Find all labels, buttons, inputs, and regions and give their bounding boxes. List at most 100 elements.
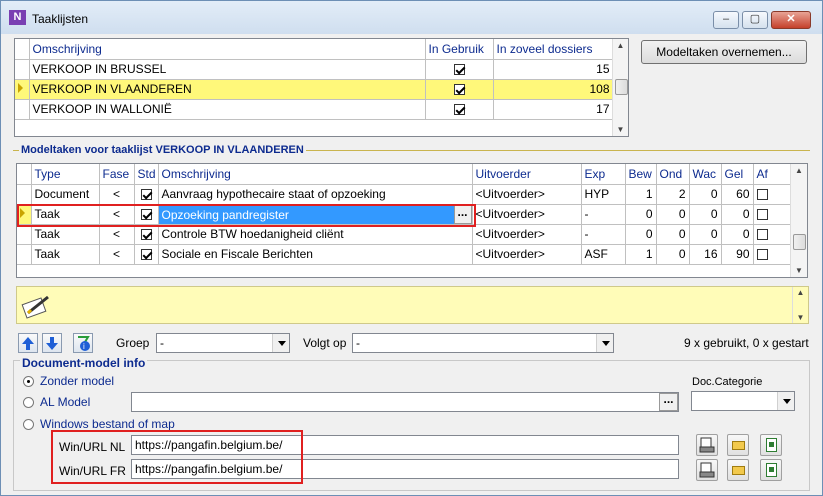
col-header-bew[interactable]: Bew	[625, 164, 657, 185]
cell-type[interactable]: Taak	[31, 244, 100, 265]
cell-gel[interactable]: 60	[721, 184, 754, 205]
std-checkbox[interactable]	[140, 249, 152, 261]
scroll-down-icon[interactable]: ▼	[613, 125, 628, 134]
table-row[interactable]: VERKOOP IN WALLONIË 17	[15, 99, 614, 120]
nl-browse-button[interactable]	[696, 434, 718, 456]
col-header-in-gebruik[interactable]: In Gebruik	[425, 39, 494, 60]
col-header-fase[interactable]: Fase	[99, 164, 135, 185]
cell-wac[interactable]: 0	[689, 204, 722, 225]
groep-dropdown[interactable]: -	[156, 333, 290, 353]
col-header-gel[interactable]: Gel	[721, 164, 754, 185]
chevron-down-icon[interactable]	[272, 334, 289, 352]
table-row[interactable]: Taak < Controle BTW hoedanigheid cliënt …	[17, 224, 791, 245]
in-gebruik-checkbox[interactable]	[453, 64, 465, 76]
cell-omschrijving[interactable]: Controle BTW hoedanigheid cliënt	[158, 224, 473, 245]
af-checkbox[interactable]	[756, 229, 768, 241]
af-checkbox[interactable]	[756, 249, 768, 261]
cell-ond[interactable]: 0	[656, 244, 690, 265]
col-header-wac[interactable]: Wac	[689, 164, 722, 185]
cell-fase[interactable]: <	[99, 224, 135, 245]
col-header-in-zoveel-dossiers[interactable]: In zoveel dossiers	[493, 39, 614, 60]
cell-omschrijving[interactable]: Sociale en Fiscale Berichten	[158, 244, 473, 265]
scroll-up-icon[interactable]: ▲	[613, 41, 628, 50]
cell-omschrijving[interactable]: VERKOOP IN BRUSSEL	[29, 59, 426, 80]
cell-omschrijving[interactable]: Aanvraag hypothecaire staat of opzoeking	[158, 184, 473, 205]
cell-gel[interactable]: 90	[721, 244, 754, 265]
cell-wac[interactable]: 0	[689, 224, 722, 245]
af-checkbox[interactable]	[756, 189, 768, 201]
sort-tool-button[interactable]: i	[73, 333, 93, 353]
chevron-down-icon[interactable]	[596, 334, 613, 352]
cell-wac[interactable]: 0	[689, 184, 722, 205]
scroll-down-icon[interactable]: ▼	[793, 313, 808, 322]
cell-omschrijving[interactable]: VERKOOP IN WALLONIË	[29, 99, 426, 120]
cell-uitvoerder[interactable]: <Uitvoerder>	[472, 224, 582, 245]
memo-scrollbar[interactable]: ▲ ▼	[792, 287, 808, 323]
table-row[interactable]: Document < Aanvraag hypothecaire staat o…	[17, 184, 791, 205]
radio-zonder-model-label[interactable]: Zonder model	[40, 374, 114, 388]
col-header-std[interactable]: Std	[134, 164, 159, 185]
memo-area[interactable]: ▲ ▼	[16, 286, 809, 324]
scroll-down-icon[interactable]: ▼	[791, 266, 807, 275]
col-header-exp[interactable]: Exp	[581, 164, 626, 185]
radio-zonder-model[interactable]	[23, 376, 34, 387]
table-row[interactable]: Taak < Sociale en Fiscale Berichten <Uit…	[17, 244, 791, 265]
chevron-down-icon[interactable]	[777, 392, 794, 410]
cell-wac[interactable]: 16	[689, 244, 722, 265]
cell-exp[interactable]: -	[581, 204, 626, 225]
cell-gel[interactable]: 0	[721, 224, 754, 245]
nl-open-folder-button[interactable]	[727, 434, 749, 456]
cell-fase[interactable]: <	[99, 244, 135, 265]
cell-type[interactable]: Taak	[31, 224, 100, 245]
cell-gel[interactable]: 0	[721, 204, 754, 225]
cell-bew[interactable]: 1	[625, 244, 657, 265]
taaklijst-scrollbar[interactable]: ▲ ▼	[612, 39, 628, 136]
col-header-af[interactable]: Af	[753, 164, 791, 185]
modeltaken-overnemen-button[interactable]: Modeltaken overnemen...	[641, 40, 807, 64]
cell-fase[interactable]: <	[99, 184, 135, 205]
cell-uitvoerder[interactable]: <Uitvoerder>	[472, 204, 582, 225]
cell-bew[interactable]: 0	[625, 204, 657, 225]
col-header-ond[interactable]: Ond	[656, 164, 690, 185]
af-checkbox[interactable]	[756, 209, 768, 221]
al-model-field[interactable]	[131, 392, 679, 412]
taaklijst-grid[interactable]: Omschrijving In Gebruik In zoveel dossie…	[14, 38, 629, 137]
cell-uitvoerder[interactable]: <Uitvoerder>	[472, 184, 582, 205]
col-header-omschrijving[interactable]: Omschrijving	[29, 39, 426, 60]
col-header-omschrijving[interactable]: Omschrijving	[158, 164, 473, 185]
al-model-ellipsis-button[interactable]: ...	[659, 393, 678, 411]
scroll-thumb[interactable]	[793, 234, 806, 250]
radio-al-model-label[interactable]: AL Model	[40, 395, 90, 409]
cell-uitvoerder[interactable]: <Uitvoerder>	[472, 244, 582, 265]
move-down-button[interactable]	[42, 333, 62, 353]
col-header-uitvoerder[interactable]: Uitvoerder	[472, 164, 582, 185]
table-row[interactable]: VERKOOP IN BRUSSEL 15	[15, 59, 614, 80]
std-checkbox[interactable]	[140, 189, 152, 201]
cell-exp[interactable]: HYP	[581, 184, 626, 205]
fr-open-folder-button[interactable]	[727, 459, 749, 481]
cell-bew[interactable]: 1	[625, 184, 657, 205]
maximize-button[interactable]: ▢	[742, 11, 768, 29]
fr-open-document-button[interactable]	[760, 459, 782, 481]
cell-type[interactable]: Document	[31, 184, 100, 205]
fr-browse-button[interactable]	[696, 459, 718, 481]
volgt-op-dropdown[interactable]: -	[352, 333, 614, 353]
std-checkbox[interactable]	[140, 229, 152, 241]
scroll-up-icon[interactable]: ▲	[793, 288, 808, 297]
cell-bew[interactable]: 0	[625, 224, 657, 245]
close-button[interactable]: ✕	[771, 11, 811, 29]
doc-categorie-dropdown[interactable]	[691, 391, 795, 411]
nl-open-document-button[interactable]	[760, 434, 782, 456]
radio-al-model[interactable]	[23, 397, 34, 408]
cell-ond[interactable]: 2	[656, 184, 690, 205]
minimize-button[interactable]: –	[713, 11, 739, 29]
col-header-type[interactable]: Type	[31, 164, 100, 185]
radio-windows-bestand-label[interactable]: Windows bestand of map	[40, 417, 175, 431]
modeltaken-scrollbar[interactable]: ▲ ▼	[790, 164, 807, 277]
cell-exp[interactable]: ASF	[581, 244, 626, 265]
in-gebruik-checkbox[interactable]	[453, 104, 465, 116]
cell-ond[interactable]: 0	[656, 204, 690, 225]
in-gebruik-checkbox[interactable]	[453, 84, 465, 96]
scroll-up-icon[interactable]: ▲	[791, 166, 807, 175]
cell-ond[interactable]: 0	[656, 224, 690, 245]
